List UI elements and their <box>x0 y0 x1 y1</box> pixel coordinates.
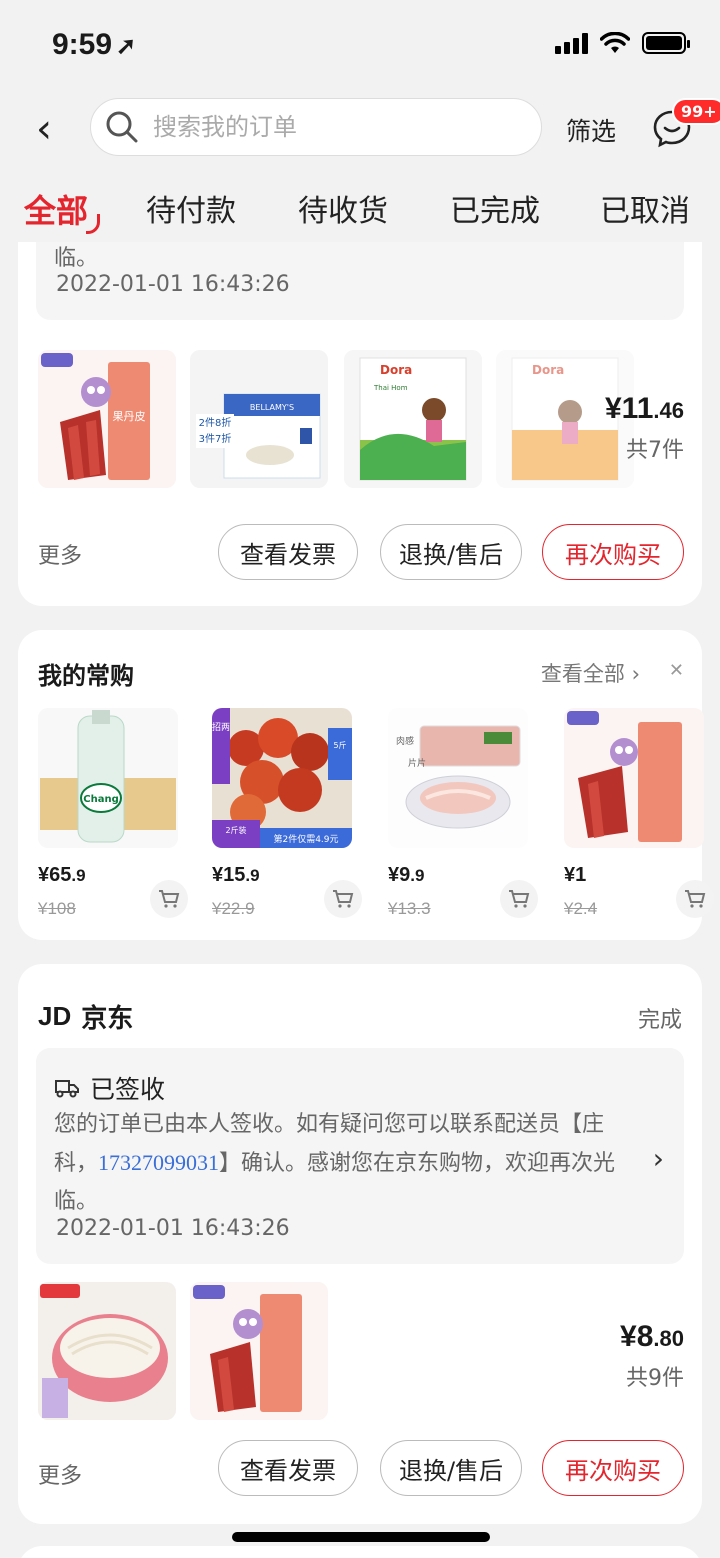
product-thumbnail[interactable]: BELLAMY'S 2件8折 3件7折 <box>190 350 328 488</box>
search-header: ‹ 筛选 99+ <box>0 90 720 170</box>
search-icon <box>106 111 138 143</box>
svg-text:Chang: Chang <box>83 794 118 805</box>
message-badge: 99+ <box>672 98 720 125</box>
product-card[interactable]: 肉感 片片 ¥9.9 ¥13.3 <box>388 708 538 919</box>
chevron-right-icon: › <box>631 662 640 686</box>
svg-text:3件7折: 3件7折 <box>199 432 232 445</box>
more-link[interactable]: 更多 <box>38 538 82 570</box>
return-service-button[interactable]: 退换/售后 <box>380 524 522 580</box>
svg-text:2斤装: 2斤装 <box>225 825 246 835</box>
order-status: 完成 <box>637 1008 682 1033</box>
home-indicator[interactable] <box>232 1532 490 1542</box>
svg-text:2件8折: 2件8折 <box>199 416 232 429</box>
search-bar[interactable] <box>90 98 542 156</box>
wifi-icon <box>600 32 630 53</box>
product-thumbnail[interactable] <box>38 1282 176 1420</box>
svg-text:果丹皮: 果丹皮 <box>113 410 146 423</box>
product-image: 肉感 片片 <box>388 708 528 848</box>
delivery-info[interactable]: 临。 2022-01-01 16:43:26 <box>36 242 684 320</box>
item-count: 共9件 <box>626 1366 684 1391</box>
tab-all[interactable]: 全部 <box>24 186 88 232</box>
product-card[interactable]: 招两 5斤 2斤装 第2件仅需4.9元 ¥15.9 ¥22.9 <box>212 708 362 919</box>
shop-name: 京东 <box>81 1004 134 1034</box>
order-card: 临。 2022-01-01 16:43:26 果丹皮 BELLAMY'S 2件8… <box>18 242 702 606</box>
order-price: ¥8.80 共9件 <box>620 1320 684 1391</box>
svg-text:第2件仅需4.9元: 第2件仅需4.9元 <box>273 833 338 845</box>
order-date: 2022-01-01 16:43:26 <box>56 272 290 297</box>
svg-text:Dora: Dora <box>532 363 564 377</box>
status-bar: 9:59 ➚ <box>0 0 720 90</box>
status-icons <box>555 32 690 54</box>
cart-icon[interactable] <box>500 880 538 918</box>
product-card[interactable]: ¥1 ¥2.4 <box>564 708 714 919</box>
view-all-link[interactable]: 查看全部 › <box>541 658 640 688</box>
close-icon[interactable]: ✕ <box>669 660 684 681</box>
svg-text:BELLAMY'S: BELLAMY'S <box>250 403 294 412</box>
order-tabs: 全部 待付款 待收货 已完成 已取消 <box>0 170 720 242</box>
view-invoice-button[interactable]: 查看发票 <box>218 524 358 580</box>
frequent-purchases-card: 我的常购 查看全部 › ✕ Chang ¥65.9 ¥108 招两 5斤 2斤装… <box>18 630 714 940</box>
delivery-truck-icon <box>55 1080 79 1098</box>
item-count: 共7件 <box>626 438 684 463</box>
product-thumbnail[interactable]: 果丹皮 <box>38 350 176 488</box>
cart-icon[interactable] <box>324 880 362 918</box>
more-link[interactable]: 更多 <box>38 1458 82 1490</box>
tab-pending-receipt[interactable]: 待收货 <box>298 186 388 230</box>
buy-again-button[interactable]: 再次购买 <box>542 524 684 580</box>
product-thumbnail[interactable] <box>190 1282 328 1420</box>
frequent-purchases-title: 我的常购 <box>38 662 134 690</box>
chevron-right-icon[interactable]: › <box>653 1142 664 1175</box>
courier-phone-link[interactable]: 17327099031 <box>98 1150 219 1175</box>
product-image <box>564 708 704 848</box>
back-icon[interactable]: ‹ <box>36 106 52 152</box>
view-invoice-button[interactable]: 查看发票 <box>218 1440 358 1496</box>
product-image: 招两 5斤 2斤装 第2件仅需4.9元 <box>212 708 352 848</box>
search-input[interactable] <box>153 113 493 141</box>
battery-icon <box>642 32 690 54</box>
svg-text:肉感: 肉感 <box>396 735 414 747</box>
shop-header[interactable]: JD 京东 <box>38 998 133 1035</box>
cart-icon[interactable] <box>676 880 714 918</box>
return-service-button[interactable]: 退换/售后 <box>380 1440 522 1496</box>
delivery-status-title: 已签收 <box>90 1075 166 1104</box>
jd-logo: JD <box>38 1001 72 1031</box>
svg-text:招两: 招两 <box>212 721 230 733</box>
buy-again-button[interactable]: 再次购买 <box>542 1440 684 1496</box>
location-icon: ➚ <box>116 33 137 60</box>
product-image: Chang <box>38 708 178 848</box>
signal-icon <box>555 32 588 54</box>
delivery-detail: 您的订单已由本人签收。如有疑问您可以联系配送员【庄 科，17327099031】… <box>54 1112 616 1214</box>
product-card[interactable]: Chang ¥65.9 ¥108 <box>38 708 188 919</box>
svg-text:片片: 片片 <box>408 757 426 769</box>
status-time: 9:59 ➚ <box>52 28 137 61</box>
tab-pending-payment[interactable]: 待付款 <box>146 186 236 230</box>
order-card: JD 京东 完成 已签收 您的订单已由本人签收。如有疑问您可以联系配送员【庄 科… <box>18 964 702 1524</box>
tab-completed[interactable]: 已完成 <box>450 186 540 230</box>
product-thumbnail[interactable]: Dora Thai Hom <box>344 350 482 488</box>
tab-cancelled[interactable]: 已取消 <box>600 186 690 230</box>
order-card <box>18 1546 702 1558</box>
cart-icon[interactable] <box>150 880 188 918</box>
order-date: 2022-01-01 16:43:26 <box>56 1216 290 1241</box>
svg-text:Thai Hom: Thai Hom <box>373 384 408 392</box>
active-tab-indicator <box>86 214 100 234</box>
order-list[interactable]: 临。 2022-01-01 16:43:26 果丹皮 BELLAMY'S 2件8… <box>0 242 720 1558</box>
order-price: ¥11.46 共7件 <box>605 392 684 463</box>
filter-button[interactable]: 筛选 <box>566 112 616 148</box>
svg-text:5斤: 5斤 <box>333 740 346 750</box>
svg-text:Dora: Dora <box>380 363 412 377</box>
delivery-info[interactable]: 已签收 您的订单已由本人签收。如有疑问您可以联系配送员【庄 科，17327099… <box>36 1048 684 1264</box>
